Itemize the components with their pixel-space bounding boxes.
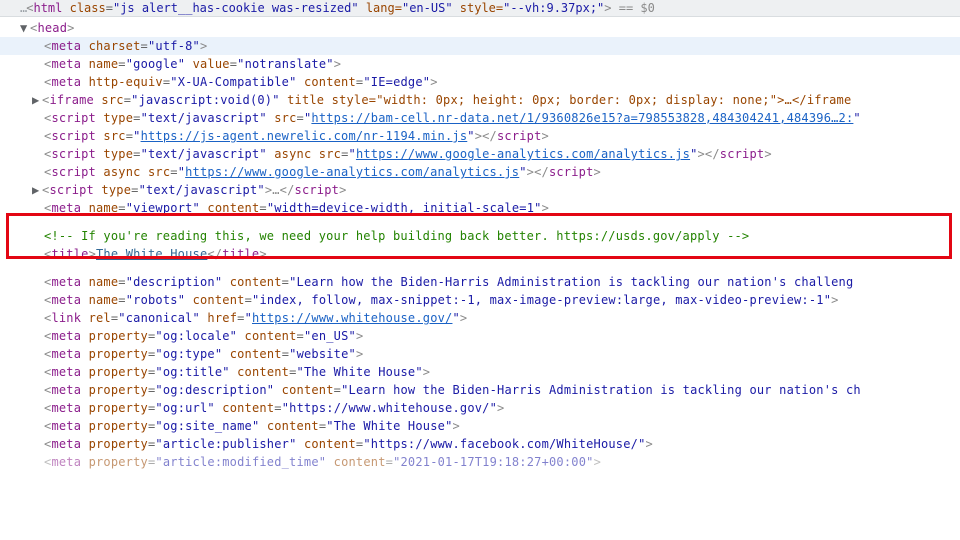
iframe-line[interactable]: ▶<iframe src="javascript:void(0)" title … bbox=[0, 91, 960, 109]
meta-ogurl[interactable]: <meta property="og:url" content="https:/… bbox=[0, 399, 960, 417]
script-nrdata[interactable]: <script type="text/javascript" src="http… bbox=[0, 109, 960, 127]
meta-ogtype[interactable]: <meta property="og:type" content="websit… bbox=[0, 345, 960, 363]
meta-robots[interactable]: <meta name="robots" content="index, foll… bbox=[0, 291, 960, 309]
link-canonical[interactable]: <link rel="canonical" href="https://www.… bbox=[0, 309, 960, 327]
dom-tree[interactable]: ▼<head> <meta charset="utf-8"> <meta nam… bbox=[0, 17, 960, 471]
collapsed-arrow-icon[interactable]: ▶ bbox=[32, 181, 42, 199]
meta-ogsite[interactable]: <meta property="og:site_name" content="T… bbox=[0, 417, 960, 435]
script-ga1[interactable]: <script type="text/javascript" async src… bbox=[0, 145, 960, 163]
link-url[interactable]: https://www.google-analytics.com/analyti… bbox=[356, 147, 690, 161]
script-inline[interactable]: ▶<script type="text/javascript">…</scrip… bbox=[0, 181, 960, 199]
collapsed-arrow-icon[interactable]: ▶ bbox=[32, 91, 42, 109]
link-url[interactable]: https://www.whitehouse.gov/ bbox=[252, 311, 452, 325]
meta-charset[interactable]: <meta charset="utf-8"> bbox=[0, 37, 960, 55]
link-url[interactable]: https://bam-cell.nr-data.net/1/9360826e1… bbox=[311, 111, 853, 125]
meta-ogtitle[interactable]: <meta property="og:title" content="The W… bbox=[0, 363, 960, 381]
meta-google[interactable]: <meta name="google" value="notranslate"> bbox=[0, 55, 960, 73]
meta-oglocale[interactable]: <meta property="og:locale" content="en_U… bbox=[0, 327, 960, 345]
meta-ogdesc[interactable]: <meta property="og:description" content=… bbox=[0, 381, 960, 399]
meta-xua[interactable]: <meta http-equiv="X-UA-Compatible" conte… bbox=[0, 73, 960, 91]
expand-arrow-icon[interactable]: ▼ bbox=[20, 19, 30, 37]
script-newrelic[interactable]: <script src="https://js-agent.newrelic.c… bbox=[0, 127, 960, 145]
meta-modified[interactable]: <meta property="article:modified_time" c… bbox=[0, 453, 960, 471]
meta-publisher[interactable]: <meta property="article:publisher" conte… bbox=[0, 435, 960, 453]
link-url[interactable]: https://www.google-analytics.com/analyti… bbox=[185, 165, 519, 179]
head-open[interactable]: ▼<head> bbox=[0, 19, 960, 37]
script-ga2[interactable]: <script async src="https://www.google-an… bbox=[0, 163, 960, 181]
link-url[interactable]: https://js-agent.newrelic.com/nr-1194.mi… bbox=[141, 129, 468, 143]
highlight-rectangle bbox=[6, 213, 952, 259]
selected-element-summary: …<html class="js alert__has-cookie was-r… bbox=[0, 0, 960, 17]
meta-description[interactable]: <meta name="description" content="Learn … bbox=[0, 273, 960, 291]
